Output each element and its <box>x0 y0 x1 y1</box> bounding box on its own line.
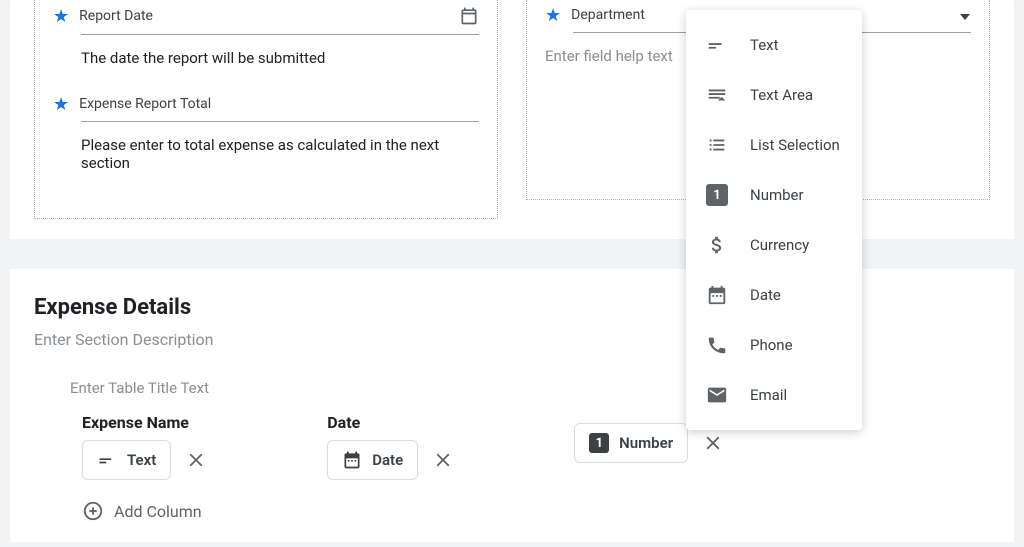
dropdown-item-label: Text <box>750 36 779 54</box>
plus-circle-icon <box>82 500 104 522</box>
field-type-dropdown[interactable]: Text Text Area List Selection 1 Number C… <box>686 10 862 430</box>
field-help: Please enter to total expense as calcula… <box>81 136 479 172</box>
column-type-chip[interactable]: 1 Number <box>574 423 688 463</box>
field-card-left[interactable]: ★ Report Date The date the report will b… <box>34 0 498 219</box>
remove-column-button[interactable] <box>185 449 207 471</box>
dropdown-item-currency[interactable]: Currency <box>686 220 862 270</box>
dropdown-item-phone[interactable]: Phone <box>686 320 862 370</box>
field-expense-total[interactable]: ★ Expense Report Total Please enter to t… <box>53 95 479 172</box>
field-report-date[interactable]: ★ Report Date The date the report will b… <box>53 6 479 67</box>
chip-label: Number <box>619 434 673 452</box>
dropdown-item-date[interactable]: Date <box>686 270 862 320</box>
star-icon: ★ <box>53 96 69 114</box>
column-type-chip[interactable]: Date <box>327 440 418 480</box>
column-name[interactable]: Expense Name <box>82 413 207 432</box>
text-icon <box>97 450 117 470</box>
dropdown-item-text-area[interactable]: Text Area <box>686 70 862 120</box>
calendar-icon[interactable] <box>459 6 479 26</box>
date-icon <box>342 450 362 470</box>
top-fields-panel: ★ Report Date The date the report will b… <box>10 0 1014 239</box>
field-name: Report Date <box>79 8 153 24</box>
dropdown-item-email[interactable]: Email <box>686 370 862 420</box>
dropdown-item-label: Date <box>750 286 781 304</box>
dropdown-caret-icon[interactable] <box>960 14 970 20</box>
phone-icon <box>706 334 728 356</box>
star-icon: ★ <box>545 7 561 25</box>
chip-label: Date <box>372 451 403 469</box>
dropdown-item-label: List Selection <box>750 136 840 154</box>
remove-column-button[interactable] <box>432 449 454 471</box>
dropdown-item-label: Phone <box>750 336 793 354</box>
textarea-icon <box>706 84 728 106</box>
dropdown-item-text[interactable]: Text <box>686 20 862 70</box>
column-type-chip[interactable]: Text <box>82 440 171 480</box>
add-column-button[interactable]: Add Column <box>82 500 990 522</box>
star-icon: ★ <box>53 8 69 26</box>
remove-column-button[interactable] <box>702 432 724 454</box>
dropdown-item-label: Text Area <box>750 86 813 104</box>
number-icon: 1 <box>589 433 609 453</box>
table-column: Date Date <box>327 413 454 480</box>
field-name: Department <box>571 7 645 23</box>
dropdown-item-list[interactable]: List Selection <box>686 120 862 170</box>
date-icon <box>706 284 728 306</box>
section-expense-details: Expense Details Enter Section Descriptio… <box>10 269 1014 542</box>
text-icon <box>706 34 728 56</box>
number-icon: 1 <box>706 184 728 206</box>
chip-label: Text <box>127 451 156 469</box>
field-name: Expense Report Total <box>79 96 211 112</box>
dropdown-item-label: Number <box>750 186 804 204</box>
email-icon <box>706 384 728 406</box>
add-column-label: Add Column <box>114 502 202 521</box>
field-help: The date the report will be submitted <box>81 49 479 67</box>
list-icon <box>706 134 728 156</box>
dropdown-item-number[interactable]: 1 Number <box>686 170 862 220</box>
dropdown-item-label: Currency <box>750 236 809 254</box>
table-column: Expense Name Text <box>82 413 207 480</box>
column-name[interactable]: Date <box>327 413 454 432</box>
dropdown-item-label: Email <box>750 386 787 404</box>
currency-icon <box>706 234 728 256</box>
